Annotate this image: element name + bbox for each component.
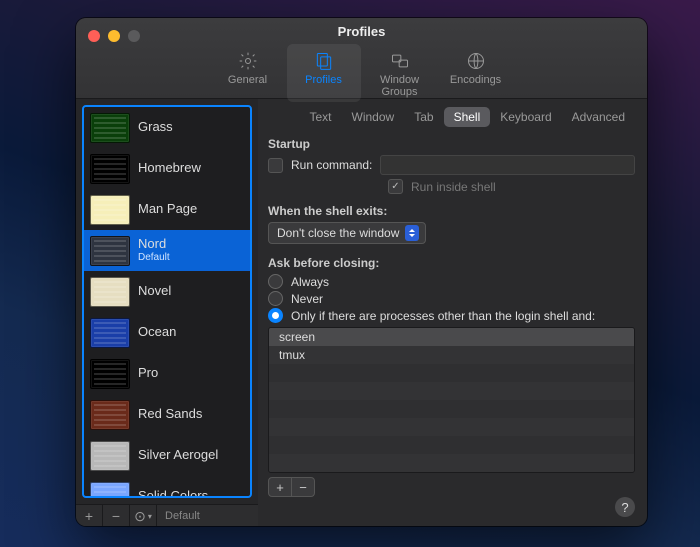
tab-shell[interactable]: Shell xyxy=(444,107,491,127)
profiles-sidebar: Grass Homebrew Man Page NordDefault Novel Oce… xyxy=(76,99,258,526)
profile-swatch xyxy=(90,359,130,389)
profile-row-solid-colors[interactable]: Solid Colors xyxy=(84,476,250,498)
profile-name: Red Sands xyxy=(138,407,202,422)
profile-name: Novel xyxy=(138,284,171,299)
process-row[interactable]: tmux xyxy=(269,346,634,364)
shell-exit-value: Don't close the window xyxy=(277,226,399,240)
shell-exit-popup[interactable]: Don't close the window xyxy=(268,222,426,244)
profile-name: Grass xyxy=(138,120,173,135)
profile-swatch xyxy=(90,400,130,430)
profile-swatch xyxy=(90,318,130,348)
ask-before-closing-heading: Ask before closing: xyxy=(268,256,635,270)
run-inside-shell-label: Run inside shell xyxy=(411,180,496,194)
ask-radio-2[interactable] xyxy=(268,308,283,323)
encodings-icon xyxy=(441,50,511,72)
general-icon xyxy=(213,50,283,72)
profile-swatch xyxy=(90,482,130,499)
process-row[interactable] xyxy=(269,400,634,418)
ask-label-0: Always xyxy=(291,275,329,289)
profile-swatch xyxy=(90,195,130,225)
titlebar: Profiles GeneralProfilesWindow GroupsEnc… xyxy=(76,18,647,99)
profile-name: Pro xyxy=(138,366,158,381)
profiles-list-footer: + − ⊙▾ Default xyxy=(76,504,258,526)
profile-row-homebrew[interactable]: Homebrew xyxy=(84,148,250,189)
profile-row-nord[interactable]: NordDefault xyxy=(84,230,250,271)
profile-name: NordDefault xyxy=(138,237,170,263)
tab-window[interactable]: Window xyxy=(342,107,405,127)
tab-tab[interactable]: Tab xyxy=(404,107,443,127)
profile-settings-pane: TextWindowTabShellKeyboardAdvanced Start… xyxy=(258,99,647,526)
startup-heading: Startup xyxy=(268,137,635,151)
toolbar: GeneralProfilesWindow GroupsEncodings xyxy=(76,44,647,102)
process-row[interactable]: screen xyxy=(269,328,634,346)
preferences-window: Profiles GeneralProfilesWindow GroupsEnc… xyxy=(76,18,647,526)
toolbar-profiles[interactable]: Profiles xyxy=(287,44,361,102)
shell-exit-heading: When the shell exits: xyxy=(268,204,635,218)
tab-advanced[interactable]: Advanced xyxy=(562,107,635,127)
process-row[interactable] xyxy=(269,364,634,382)
toolbar-general[interactable]: General xyxy=(211,44,285,102)
ask-label-2: Only if there are processes other than t… xyxy=(291,309,595,323)
ask-radio-0[interactable] xyxy=(268,274,283,289)
settings-tabs: TextWindowTabShellKeyboardAdvanced xyxy=(268,107,635,127)
profiles-icon xyxy=(289,50,359,72)
run-inside-shell-checkbox[interactable] xyxy=(388,179,403,194)
profiles-list[interactable]: Grass Homebrew Man Page NordDefault Novel Oce… xyxy=(82,105,252,498)
profile-swatch xyxy=(90,154,130,184)
add-profile-button[interactable]: + xyxy=(76,505,103,526)
toolbar-encodings[interactable]: Encodings xyxy=(439,44,513,102)
run-command-label: Run command: xyxy=(291,158,372,172)
process-row[interactable] xyxy=(269,418,634,436)
window-groups-icon xyxy=(365,50,435,72)
profile-row-pro[interactable]: Pro xyxy=(84,353,250,394)
profile-row-red-sands[interactable]: Red Sands xyxy=(84,394,250,435)
profile-swatch xyxy=(90,441,130,471)
process-row[interactable] xyxy=(269,454,634,472)
toolbar-window-groups[interactable]: Window Groups xyxy=(363,44,437,102)
add-process-button[interactable]: + xyxy=(268,477,292,497)
tab-text[interactable]: Text xyxy=(300,107,342,127)
process-row[interactable] xyxy=(269,436,634,454)
profile-name: Silver Aerogel xyxy=(138,448,218,463)
popup-arrows-icon xyxy=(405,225,419,241)
tab-keyboard[interactable]: Keyboard xyxy=(490,107,561,127)
profile-actions-menu[interactable]: ⊙▾ xyxy=(130,505,157,526)
profile-row-man-page[interactable]: Man Page xyxy=(84,189,250,230)
process-row[interactable] xyxy=(269,382,634,400)
profile-row-novel[interactable]: Novel xyxy=(84,271,250,312)
profile-swatch xyxy=(90,236,130,266)
run-command-field[interactable] xyxy=(380,155,635,175)
profile-name: Solid Colors xyxy=(138,489,208,498)
profile-row-grass[interactable]: Grass xyxy=(84,107,250,148)
window-title: Profiles xyxy=(76,24,647,39)
profile-name: Homebrew xyxy=(138,161,201,176)
ask-radio-1[interactable] xyxy=(268,291,283,306)
profile-name: Man Page xyxy=(138,202,197,217)
profile-swatch xyxy=(90,277,130,307)
default-button[interactable]: Default xyxy=(157,510,200,522)
processes-table[interactable]: screentmux xyxy=(268,327,635,473)
run-command-checkbox[interactable] xyxy=(268,158,283,173)
help-button[interactable]: ? xyxy=(615,497,635,517)
profile-row-ocean[interactable]: Ocean xyxy=(84,312,250,353)
profile-row-silver-aerogel[interactable]: Silver Aerogel xyxy=(84,435,250,476)
remove-process-button[interactable]: − xyxy=(292,477,315,497)
remove-profile-button[interactable]: − xyxy=(103,505,130,526)
profile-name: Ocean xyxy=(138,325,176,340)
ask-label-1: Never xyxy=(291,292,323,306)
profile-swatch xyxy=(90,113,130,143)
